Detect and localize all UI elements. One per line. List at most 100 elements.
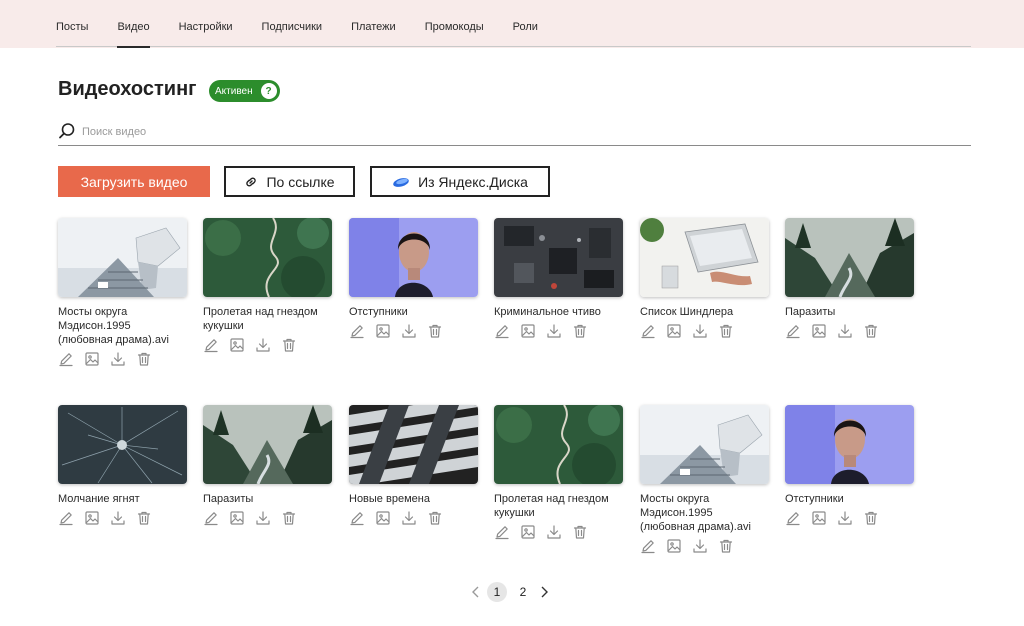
trash-icon[interactable] bbox=[136, 351, 152, 367]
image-icon[interactable] bbox=[229, 337, 245, 353]
edit-icon[interactable] bbox=[494, 323, 510, 339]
video-actions bbox=[494, 323, 624, 339]
download-icon[interactable] bbox=[692, 323, 708, 339]
image-icon[interactable] bbox=[811, 510, 827, 526]
video-thumbnail[interactable] bbox=[494, 218, 623, 297]
video-card[interactable]: Пролетая над гнездом кукушки bbox=[203, 218, 333, 353]
download-icon[interactable] bbox=[255, 510, 271, 526]
help-icon[interactable]: ? bbox=[260, 83, 277, 99]
video-actions bbox=[640, 538, 770, 554]
trash-icon[interactable] bbox=[281, 510, 297, 526]
image-icon[interactable] bbox=[229, 510, 245, 526]
video-thumbnail[interactable] bbox=[203, 218, 332, 297]
page-1[interactable]: 1 bbox=[487, 582, 507, 602]
download-icon[interactable] bbox=[401, 510, 417, 526]
video-card[interactable]: Мосты округа Мэдисон.1995 (любовная драм… bbox=[640, 405, 770, 554]
tab-posts[interactable]: Посты bbox=[56, 0, 88, 47]
tab-video[interactable]: Видео bbox=[117, 0, 150, 48]
search-input[interactable] bbox=[82, 123, 942, 141]
trash-icon[interactable] bbox=[863, 510, 879, 526]
edit-icon[interactable] bbox=[203, 510, 219, 526]
video-thumbnail[interactable] bbox=[494, 405, 623, 484]
video-title: Отступники bbox=[785, 493, 844, 505]
download-icon[interactable] bbox=[692, 538, 708, 554]
video-card[interactable]: Пролетая над гнездом кукушки bbox=[494, 405, 624, 540]
download-icon[interactable] bbox=[837, 323, 853, 339]
edit-icon[interactable] bbox=[785, 323, 801, 339]
trash-icon[interactable] bbox=[427, 323, 443, 339]
image-icon[interactable] bbox=[666, 538, 682, 554]
download-icon[interactable] bbox=[546, 323, 562, 339]
video-thumbnail[interactable] bbox=[58, 218, 187, 297]
tab-promocodes[interactable]: Промокоды bbox=[425, 0, 484, 47]
image-icon[interactable] bbox=[375, 510, 391, 526]
upload-video-button[interactable]: Загрузить видео bbox=[58, 166, 210, 197]
next-page-icon[interactable] bbox=[536, 583, 552, 601]
page-2[interactable]: 2 bbox=[513, 582, 533, 602]
edit-icon[interactable] bbox=[203, 337, 219, 353]
prev-page-icon[interactable] bbox=[468, 583, 484, 601]
video-actions bbox=[203, 337, 333, 353]
video-thumbnail[interactable] bbox=[640, 218, 769, 297]
trash-icon[interactable] bbox=[718, 323, 734, 339]
video-thumbnail[interactable] bbox=[349, 218, 478, 297]
edit-icon[interactable] bbox=[349, 323, 365, 339]
video-actions bbox=[58, 510, 188, 526]
trash-icon[interactable] bbox=[572, 524, 588, 540]
video-actions bbox=[203, 510, 333, 526]
image-icon[interactable] bbox=[811, 323, 827, 339]
tab-roles[interactable]: Роли bbox=[513, 0, 538, 47]
trash-icon[interactable] bbox=[863, 323, 879, 339]
video-thumbnail[interactable] bbox=[58, 405, 187, 484]
video-card[interactable]: Отступники bbox=[785, 405, 915, 526]
video-actions bbox=[349, 323, 479, 339]
video-card[interactable]: Паразиты bbox=[785, 218, 915, 339]
video-thumbnail[interactable] bbox=[203, 405, 332, 484]
edit-icon[interactable] bbox=[58, 351, 74, 367]
trash-icon[interactable] bbox=[427, 510, 443, 526]
edit-icon[interactable] bbox=[349, 510, 365, 526]
edit-icon[interactable] bbox=[58, 510, 74, 526]
video-card[interactable]: Отступники bbox=[349, 218, 479, 339]
image-icon[interactable] bbox=[375, 323, 391, 339]
download-icon[interactable] bbox=[401, 323, 417, 339]
video-actions bbox=[785, 510, 915, 526]
image-icon[interactable] bbox=[666, 323, 682, 339]
download-icon[interactable] bbox=[110, 351, 126, 367]
video-actions bbox=[785, 323, 915, 339]
tab-payments[interactable]: Платежи bbox=[351, 0, 396, 47]
download-icon[interactable] bbox=[837, 510, 853, 526]
video-thumbnail[interactable] bbox=[640, 405, 769, 484]
trash-icon[interactable] bbox=[136, 510, 152, 526]
edit-icon[interactable] bbox=[640, 323, 656, 339]
download-icon[interactable] bbox=[546, 524, 562, 540]
video-card[interactable]: Список Шиндлера bbox=[640, 218, 770, 339]
edit-icon[interactable] bbox=[494, 524, 510, 540]
search-icon bbox=[59, 123, 75, 139]
download-icon[interactable] bbox=[110, 510, 126, 526]
tab-settings[interactable]: Настройки bbox=[179, 0, 233, 47]
video-title: Отступники bbox=[349, 306, 408, 318]
download-icon[interactable] bbox=[255, 337, 271, 353]
video-card[interactable]: Криминальное чтиво bbox=[494, 218, 624, 339]
video-thumbnail[interactable] bbox=[785, 218, 914, 297]
trash-icon[interactable] bbox=[572, 323, 588, 339]
image-icon[interactable] bbox=[520, 323, 536, 339]
image-icon[interactable] bbox=[84, 351, 100, 367]
edit-icon[interactable] bbox=[785, 510, 801, 526]
video-thumbnail[interactable] bbox=[785, 405, 914, 484]
image-icon[interactable] bbox=[84, 510, 100, 526]
video-thumbnail[interactable] bbox=[349, 405, 478, 484]
video-card[interactable]: Паразиты bbox=[203, 405, 333, 526]
edit-icon[interactable] bbox=[640, 538, 656, 554]
trash-icon[interactable] bbox=[281, 337, 297, 353]
image-icon[interactable] bbox=[520, 524, 536, 540]
trash-icon[interactable] bbox=[718, 538, 734, 554]
video-card[interactable]: Мосты округа Мэдисон.1995 (любовная драм… bbox=[58, 218, 188, 367]
by-link-button[interactable]: По ссылке bbox=[224, 166, 355, 197]
video-card[interactable]: Молчание ягнят bbox=[58, 405, 188, 526]
video-card[interactable]: Новые времена bbox=[349, 405, 479, 526]
link-icon bbox=[246, 177, 257, 186]
tab-subscribers[interactable]: Подписчики bbox=[262, 0, 323, 47]
yandex-disk-button[interactable]: Из Яндекс.Диска bbox=[370, 166, 550, 197]
